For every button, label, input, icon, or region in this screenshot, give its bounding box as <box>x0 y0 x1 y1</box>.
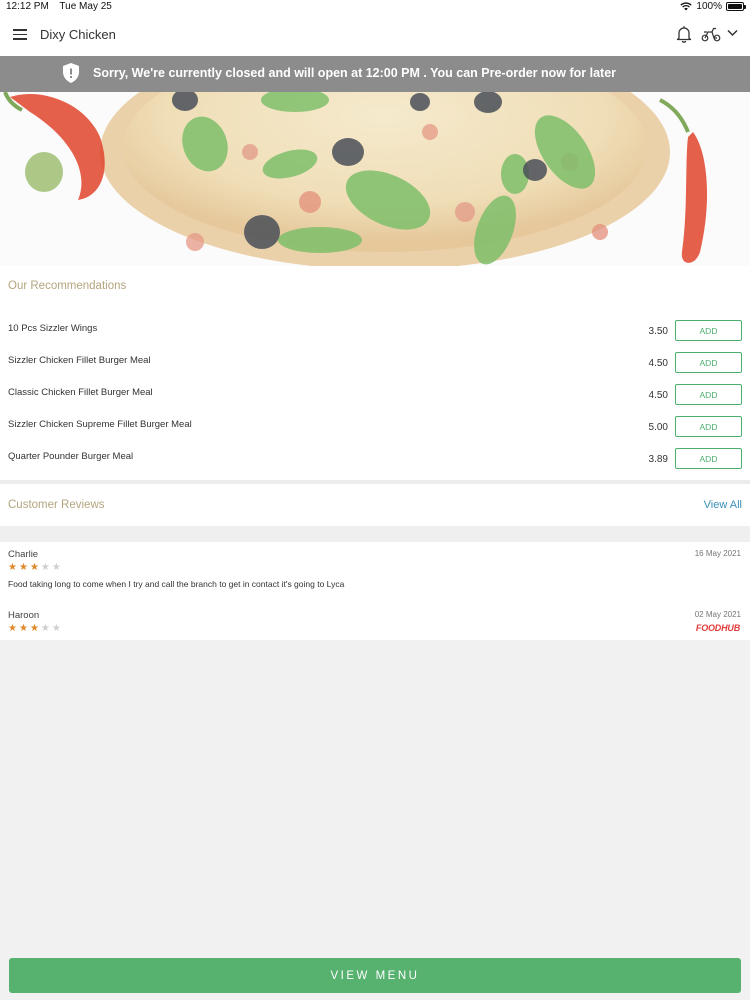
section-divider <box>0 526 750 542</box>
add-button[interactable]: ADD <box>675 352 742 373</box>
reviews-header: Customer Reviews View All <box>0 484 750 526</box>
scooter-icon[interactable] <box>701 26 721 42</box>
reviewer-name: Charlie <box>8 549 39 560</box>
item-name: Sizzler Chicken Fillet Burger Meal <box>8 355 151 366</box>
closed-banner: Sorry, We're currently closed and will o… <box>0 56 750 92</box>
reviews-list: Charlie 16 May 2021 ★ ★ ★ ★ ★ Food taking lo… <box>0 542 750 640</box>
chevron-down-icon[interactable] <box>727 29 738 37</box>
shield-icon <box>63 63 79 83</box>
review-item: Charlie 16 May 2021 ★ ★ ★ ★ ★ Food taking lo… <box>0 549 750 604</box>
recommendations-heading: Our Recommendations <box>8 280 127 292</box>
star-empty-icon: ★ <box>51 623 61 634</box>
status-time: 12:12 PM <box>6 1 49 12</box>
status-bar: 12:12 PM Tue May 25 100% <box>0 0 750 14</box>
item-name: Quarter Pounder Burger Meal <box>8 451 134 462</box>
star-filled-icon: ★ <box>29 562 39 573</box>
recommendation-item: 10 Pcs Sizzler Wings 3.50 ADD <box>0 318 750 350</box>
foodhub-logo: FOODHUB <box>695 623 740 633</box>
add-button[interactable]: ADD <box>675 320 742 341</box>
review-date: 16 May 2021 <box>694 549 741 558</box>
review-date: 02 May 2021 <box>694 610 741 619</box>
battery-icon <box>726 2 746 11</box>
item-name: 10 Pcs Sizzler Wings <box>8 323 98 334</box>
add-button[interactable]: ADD <box>675 384 742 405</box>
recommendations-section: Our Recommendations 10 Pcs Sizzler Wings… <box>0 266 750 480</box>
wifi-icon <box>680 2 693 11</box>
hero-image <box>0 92 750 266</box>
item-price: 4.50 <box>648 358 668 369</box>
add-button[interactable]: ADD <box>675 448 742 469</box>
star-empty-icon: ★ <box>40 562 50 573</box>
star-empty-icon: ★ <box>40 623 50 634</box>
bell-icon[interactable] <box>676 25 692 43</box>
star-filled-icon: ★ <box>18 562 28 573</box>
recommendation-item: Classic Chicken Fillet Burger Meal 4.50 … <box>0 382 750 414</box>
item-price: 3.50 <box>648 326 668 337</box>
item-price: 3.89 <box>648 454 668 465</box>
star-filled-icon: ★ <box>8 562 17 573</box>
view-all-link[interactable]: View All <box>704 499 742 511</box>
star-empty-icon: ★ <box>51 562 61 573</box>
recommendation-item: Sizzler Chicken Fillet Burger Meal 4.50 … <box>0 350 750 382</box>
reviews-heading: Customer Reviews <box>8 499 105 511</box>
recommendation-item: Sizzler Chicken Supreme Fillet Burger Me… <box>0 414 750 446</box>
review-text: Food taking long to come when I try and … <box>8 579 345 589</box>
item-price: 4.50 <box>648 390 668 401</box>
star-filled-icon: ★ <box>18 623 28 634</box>
battery-percent: 100% <box>696 1 722 12</box>
closed-message: Sorry, We're currently closed and will o… <box>93 66 617 80</box>
view-menu-button[interactable]: VIEW MENU <box>9 958 741 993</box>
star-filled-icon: ★ <box>8 623 17 634</box>
add-button[interactable]: ADD <box>675 416 742 437</box>
status-date: Tue May 25 <box>59 1 112 12</box>
app-title: Dixy Chicken <box>40 27 116 42</box>
item-name: Classic Chicken Fillet Burger Meal <box>8 387 153 398</box>
item-price: 5.00 <box>648 422 668 433</box>
star-rating: ★ ★ ★ ★ ★ <box>8 624 61 634</box>
item-name: Sizzler Chicken Supreme Fillet Burger Me… <box>8 419 192 430</box>
review-item: Haroon 02 May 2021 ★ ★ ★ ★ ★ FOODHUB <box>0 610 750 638</box>
star-rating: ★ ★ ★ ★ ★ <box>8 563 61 573</box>
app-header: Dixy Chicken <box>0 14 750 56</box>
menu-icon[interactable] <box>13 29 27 40</box>
star-filled-icon: ★ <box>29 623 39 634</box>
recommendation-item: Quarter Pounder Burger Meal 3.89 ADD <box>0 446 750 478</box>
reviewer-name: Haroon <box>8 610 40 621</box>
